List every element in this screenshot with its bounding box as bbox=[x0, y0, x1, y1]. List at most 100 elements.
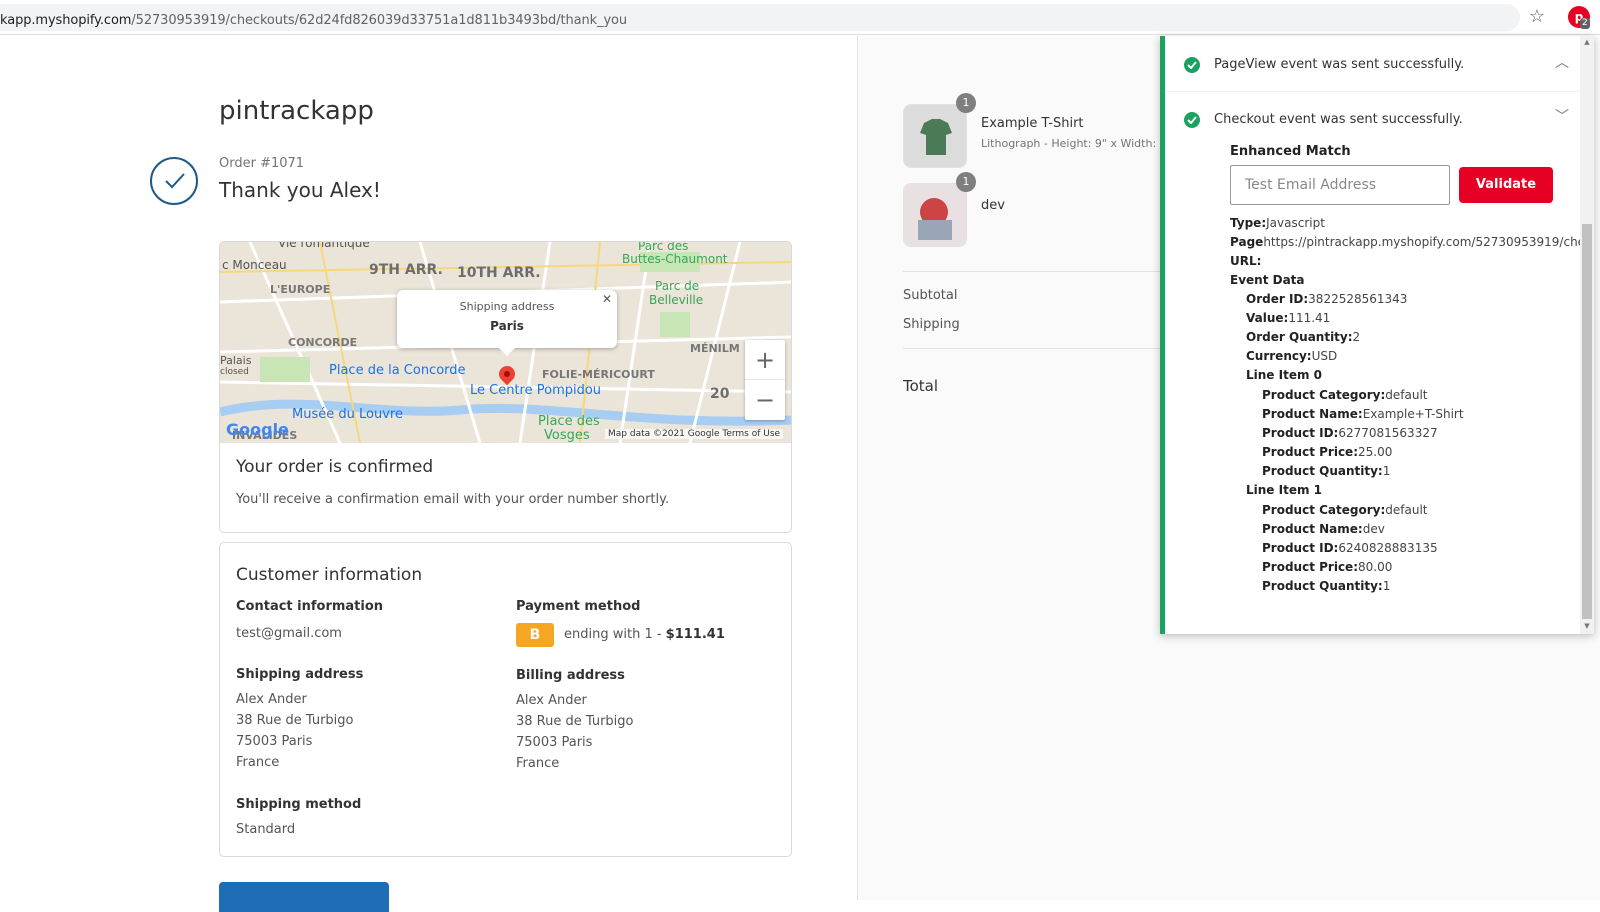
event-row-checkout[interactable]: Checkout event was sent successfully. ﹀ bbox=[1165, 92, 1594, 148]
tshirt-icon bbox=[904, 105, 966, 167]
scrollbar-thumb[interactable] bbox=[1582, 224, 1592, 619]
google-logo: Google bbox=[226, 420, 289, 439]
pinterest-tag-popup: PageView event was sent successfully. ︿ … bbox=[1160, 36, 1594, 634]
store-name[interactable]: pintrackapp bbox=[219, 96, 374, 126]
chevron-up-icon[interactable]: ︿ bbox=[1555, 52, 1569, 72]
map-label: 9TH ARR. bbox=[369, 262, 443, 278]
info-window-city: Paris bbox=[490, 319, 524, 333]
map-label: c Monceau bbox=[222, 258, 287, 272]
scroll-down-arrow-icon[interactable]: ▼ bbox=[1582, 622, 1592, 630]
order-success-check-icon bbox=[150, 157, 198, 205]
payment-text: ending with 1 - $111.41 bbox=[564, 627, 725, 642]
map-zoom-control: + − bbox=[745, 340, 785, 420]
contact-heading: Contact information bbox=[236, 599, 384, 614]
test-email-input[interactable] bbox=[1230, 165, 1450, 205]
success-check-icon bbox=[1184, 112, 1200, 128]
product-name: Example T-Shirt bbox=[981, 116, 1084, 131]
map-label: 10TH ARR. bbox=[457, 265, 541, 281]
order-quantity-row: Order Quantity:2 bbox=[1246, 330, 1361, 344]
product-quantity-row: Product Quantity:1 bbox=[1262, 464, 1391, 478]
chevron-down-icon[interactable]: ﹀ bbox=[1555, 106, 1569, 126]
product-description: Lithograph - Height: 9" x Width: 1 bbox=[981, 137, 1167, 150]
product-id-row: Product ID:6277081563327 bbox=[1262, 426, 1438, 440]
type-row: Type:Javascript bbox=[1230, 216, 1325, 230]
product-quantity-row: Product Quantity:1 bbox=[1262, 579, 1391, 593]
map-label: L'EUROPE bbox=[270, 283, 331, 296]
product-image-icon bbox=[904, 184, 966, 246]
map-attribution[interactable]: Map data ©2021 Google Terms of Use bbox=[605, 429, 784, 439]
scroll-up-arrow-icon[interactable]: ▲ bbox=[1582, 38, 1592, 46]
order-number: Order #1071 bbox=[219, 156, 305, 171]
bookmark-star-icon[interactable]: ☆ bbox=[1526, 6, 1548, 28]
shipping-address: Alex Ander 38 Rue de Turbigo 75003 Paris… bbox=[236, 692, 354, 770]
checkout-main: pintrackapp Order #1071 Thank you Alex! … bbox=[0, 36, 857, 912]
product-category-row: Product Category:default bbox=[1262, 503, 1428, 517]
map-label: closed bbox=[220, 367, 249, 377]
map-label: CONCORDE bbox=[288, 336, 358, 349]
confirm-title: Your order is confirmed bbox=[236, 457, 434, 477]
event-status-text: PageView event was sent successfully. bbox=[1214, 57, 1465, 72]
line-item-heading: Line Item 1 bbox=[1246, 483, 1322, 497]
info-window-label: Shipping address bbox=[459, 300, 555, 313]
product-name: dev bbox=[981, 198, 1005, 213]
billing-address: Alex Ander 38 Rue de Turbigo 75003 Paris… bbox=[516, 693, 634, 771]
map-label: Le Centre Pompidou bbox=[470, 383, 602, 398]
event-status-text: Checkout event was sent successfully. bbox=[1214, 112, 1463, 127]
zoom-out-button[interactable]: − bbox=[745, 380, 785, 420]
product-price-row: Product Price:80.00 bbox=[1262, 560, 1393, 574]
map-label: Vie romantique bbox=[278, 242, 370, 250]
shipping-method-heading: Shipping method bbox=[236, 797, 362, 812]
event-data-heading: Event Data bbox=[1230, 273, 1305, 287]
map-label: Vosges bbox=[544, 428, 590, 443]
order-id-row: Order ID:3822528561343 bbox=[1246, 292, 1408, 306]
url-label: URL: bbox=[1230, 254, 1262, 268]
subtotal-label: Subtotal bbox=[903, 288, 958, 303]
shipping-method: Standard bbox=[236, 822, 296, 837]
page-url-row: Pagehttps://pintrackapp.myshopify.com/52… bbox=[1230, 235, 1592, 249]
map-label: Palais bbox=[220, 354, 252, 367]
summary-divider bbox=[903, 271, 1183, 272]
product-name-row: Product Name:Example+T-Shirt bbox=[1262, 407, 1464, 421]
address-bar[interactable]: kapp.myshopify.com/52730953919/checkouts… bbox=[0, 4, 1520, 31]
product-quantity-badge: 1 bbox=[956, 172, 976, 192]
total-label: Total bbox=[903, 377, 939, 395]
browser-toolbar: kapp.myshopify.com/52730953919/checkouts… bbox=[0, 0, 1600, 35]
product-thumbnail bbox=[903, 104, 967, 168]
product-price-row: Product Price:25.00 bbox=[1262, 445, 1393, 459]
continue-shopping-button[interactable] bbox=[219, 882, 389, 912]
shipping-label: Shipping bbox=[903, 317, 960, 332]
billing-address-heading: Billing address bbox=[516, 668, 625, 683]
validate-button[interactable]: Validate bbox=[1459, 167, 1553, 203]
map-label: Buttes-Chaumont bbox=[622, 252, 728, 266]
payment-card-icon: B bbox=[516, 623, 554, 647]
popup-scrollbar[interactable]: ▲ ▼ bbox=[1580, 36, 1594, 634]
confirm-subtitle: You'll receive a confirmation email with… bbox=[236, 492, 670, 507]
map-label: Place des bbox=[538, 414, 600, 429]
payment-heading: Payment method bbox=[516, 599, 641, 614]
event-row-pageview[interactable]: PageView event was sent successfully. ︿ bbox=[1165, 36, 1594, 92]
zoom-in-button[interactable]: + bbox=[745, 340, 785, 380]
map-label: Parc de bbox=[655, 279, 700, 293]
product-thumbnail bbox=[903, 183, 967, 247]
shipping-address-heading: Shipping address bbox=[236, 667, 364, 682]
map-label: FOLIE-MÉRICOURT bbox=[542, 368, 655, 381]
success-check-icon bbox=[1184, 57, 1200, 73]
map-label: Place de la Concorde bbox=[329, 363, 466, 378]
line-item-heading: Line Item 0 bbox=[1246, 368, 1322, 382]
product-category-row: Product Category:default bbox=[1262, 388, 1428, 402]
close-icon[interactable]: ✕ bbox=[602, 292, 612, 306]
shipping-map[interactable]: Vie romantique c Monceau 9TH ARR. 10TH A… bbox=[220, 242, 791, 443]
map-label: MÉNILM bbox=[690, 342, 740, 355]
currency-row: Currency:USD bbox=[1246, 349, 1338, 363]
thank-you-heading: Thank you Alex! bbox=[219, 178, 381, 202]
product-quantity-badge: 1 bbox=[956, 93, 976, 113]
customer-info-title: Customer information bbox=[236, 565, 423, 585]
product-name-row: Product Name:dev bbox=[1262, 522, 1385, 536]
product-id-row: Product ID:6240828883135 bbox=[1262, 541, 1438, 555]
contact-email: test@gmail.com bbox=[236, 626, 342, 641]
map-label: Musée du Louvre bbox=[292, 407, 403, 422]
value-row: Value:111.41 bbox=[1246, 311, 1331, 325]
url-text: kapp.myshopify.com/52730953919/checkouts… bbox=[0, 13, 628, 28]
customer-information-card: Customer information Contact information… bbox=[219, 542, 792, 857]
map-label: 20 bbox=[710, 386, 730, 402]
